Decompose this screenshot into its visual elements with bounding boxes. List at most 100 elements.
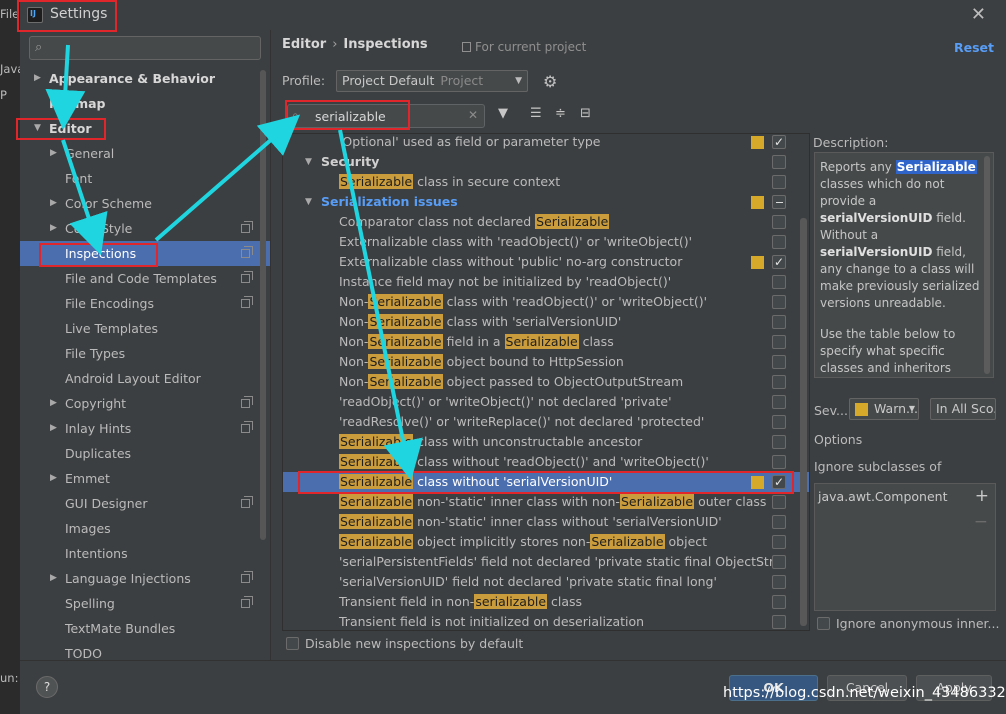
sidebar-item-textmate-bundles[interactable]: TextMate Bundles <box>20 616 270 641</box>
help-button[interactable]: ? <box>36 676 58 698</box>
sidebar-item-images[interactable]: Images <box>20 516 270 541</box>
inspection-enabled-checkbox[interactable] <box>772 435 786 449</box>
sidebar-item-inspections[interactable]: Inspections <box>20 241 270 266</box>
sidebar-item-file-encodings[interactable]: File Encodings <box>20 291 270 316</box>
inspection-enabled-checkbox[interactable] <box>772 195 786 209</box>
close-icon[interactable]: ✕ <box>971 4 986 25</box>
sidebar-item-appearance-behavior[interactable]: ▶ Appearance & Behavior <box>20 66 270 91</box>
inspection-enabled-checkbox[interactable] <box>772 315 786 329</box>
filter-icon[interactable]: ▼ <box>498 106 508 121</box>
sidebar-item-file-and-code-templates[interactable]: File and Code Templates <box>20 266 270 291</box>
inspection-row[interactable]: Non-Serializable object bound to HttpSes… <box>283 352 809 372</box>
expanded-arrow-icon[interactable]: ▼ <box>305 192 312 212</box>
sidebar-item-file-types[interactable]: File Types <box>20 341 270 366</box>
inspection-row[interactable]: Transient field in non-serializable clas… <box>283 592 809 612</box>
collapsed-arrow-icon[interactable]: ▶ <box>50 466 57 491</box>
sidebar-item-inlay-hints[interactable]: ▶ Inlay Hints <box>20 416 270 441</box>
sidebar-item-emmet[interactable]: ▶ Emmet <box>20 466 270 491</box>
collapsed-arrow-icon[interactable]: ▶ <box>50 191 57 216</box>
clear-icon[interactable]: ✕ <box>468 108 478 122</box>
disable-new-inspections[interactable]: Disable new inspections by default <box>286 636 523 651</box>
inspection-enabled-checkbox[interactable] <box>772 615 786 629</box>
collapsed-arrow-icon[interactable]: ▶ <box>50 391 57 416</box>
reset-link[interactable]: Reset <box>954 40 994 55</box>
inspection-row[interactable]: Serializable non-'static' inner class wi… <box>283 492 809 512</box>
sidebar-item-language-injections[interactable]: ▶ Language Injections <box>20 566 270 591</box>
inspection-enabled-checkbox[interactable] <box>772 575 786 589</box>
description-scrollbar[interactable] <box>984 156 990 374</box>
list-item[interactable]: java.awt.Component <box>818 489 948 504</box>
add-icon[interactable]: + <box>975 486 989 506</box>
inspection-enabled-checkbox[interactable] <box>772 415 786 429</box>
profile-dropdown[interactable]: Project Default Project ▼ <box>336 70 528 92</box>
inspection-enabled-checkbox[interactable] <box>772 134 786 152</box>
sidebar-item-gui-designer[interactable]: GUI Designer <box>20 491 270 516</box>
inspection-enabled-checkbox[interactable] <box>772 515 786 529</box>
sidebar-item-spelling[interactable]: Spelling <box>20 591 270 616</box>
expanded-arrow-icon[interactable]: ▼ <box>34 116 41 141</box>
sidebar-item-code-style[interactable]: ▶ Code Style <box>20 216 270 241</box>
collapsed-arrow-icon[interactable]: ▶ <box>34 66 41 91</box>
sidebar-item-android-layout-editor[interactable]: Android Layout Editor <box>20 366 270 391</box>
ignore-anonymous-checkbox[interactable] <box>817 617 830 630</box>
inspection-row[interactable]: Serializable non-'static' inner class wi… <box>283 512 809 532</box>
sidebar-item-editor[interactable]: ▼ Editor <box>20 116 270 141</box>
inspection-group-row[interactable]: ▼ Serialization issues <box>283 192 809 212</box>
inspection-enabled-checkbox[interactable] <box>772 355 786 369</box>
inspection-row[interactable]: Non-Serializable field in a Serializable… <box>283 332 809 352</box>
inspection-row[interactable]: Serializable object implicitly stores no… <box>283 532 809 552</box>
inspection-enabled-checkbox[interactable] <box>772 455 786 469</box>
inspection-row[interactable]: Serializable class with unconstructable … <box>283 432 809 452</box>
inspection-enabled-checkbox[interactable] <box>772 235 786 249</box>
remove-icon[interactable]: − <box>974 512 988 532</box>
inspection-row[interactable]: Serializable class without 'serialVersio… <box>283 472 809 492</box>
collapsed-arrow-icon[interactable]: ▶ <box>50 141 57 166</box>
sidebar-item-copyright[interactable]: ▶ Copyright <box>20 391 270 416</box>
inspection-row[interactable]: 'readObject()' or 'writeObject()' not de… <box>283 392 809 412</box>
inspection-enabled-checkbox[interactable] <box>772 595 786 609</box>
inspection-row[interactable]: Externalizable class with 'readObject()'… <box>283 232 809 252</box>
inspection-row[interactable]: Non-Serializable object passed to Object… <box>283 372 809 392</box>
collapsed-arrow-icon[interactable]: ▶ <box>50 216 57 241</box>
inspection-enabled-checkbox[interactable] <box>772 535 786 549</box>
inspection-row[interactable]: 'Optional' used as field or parameter ty… <box>283 134 809 152</box>
breadcrumb-editor[interactable]: Editor <box>282 37 326 52</box>
disable-new-checkbox[interactable] <box>286 637 299 650</box>
inspection-enabled-checkbox[interactable] <box>772 215 786 229</box>
expand-all-icon[interactable]: ☰ <box>530 106 542 121</box>
inspection-row[interactable]: 'serialPersistentFields' field not decla… <box>283 552 809 572</box>
inspection-group-row[interactable]: ▼ Security <box>283 152 809 172</box>
gear-icon[interactable]: ⚙ <box>543 72 557 91</box>
inspection-enabled-checkbox[interactable] <box>772 295 786 309</box>
nav-scrollbar[interactable] <box>260 70 266 540</box>
inspection-enabled-checkbox[interactable] <box>772 472 786 492</box>
reset-to-default-icon[interactable]: ⊟ <box>580 106 591 121</box>
inspection-enabled-checkbox[interactable] <box>772 155 786 169</box>
sidebar-item-keymap[interactable]: Keymap <box>20 91 270 116</box>
sidebar-item-general[interactable]: ▶ General <box>20 141 270 166</box>
inspection-enabled-checkbox[interactable] <box>772 555 786 569</box>
inspection-filter-input[interactable]: ⌕ serializable ✕ <box>287 104 485 128</box>
inspection-enabled-checkbox[interactable] <box>772 175 786 189</box>
ignore-subclasses-list[interactable]: java.awt.Component + − <box>814 483 996 611</box>
inspection-enabled-checkbox[interactable] <box>772 252 786 272</box>
collapsed-arrow-icon[interactable]: ▶ <box>50 566 57 591</box>
nav-search-input[interactable]: ⌕ <box>29 36 261 60</box>
inspection-enabled-checkbox[interactable] <box>772 275 786 289</box>
collapse-all-icon[interactable]: ≑ <box>555 106 566 121</box>
sidebar-item-live-templates[interactable]: Live Templates <box>20 316 270 341</box>
tree-scrollbar[interactable] <box>800 218 807 626</box>
expanded-arrow-icon[interactable]: ▼ <box>305 152 312 172</box>
ignore-anonymous-option[interactable]: Ignore anonymous inner... <box>817 616 999 631</box>
inspection-row[interactable]: Transient field is not initialized on de… <box>283 612 809 630</box>
inspection-row[interactable]: Comparator class not declared Serializab… <box>283 212 809 232</box>
sidebar-item-intentions[interactable]: Intentions <box>20 541 270 566</box>
inspection-enabled-checkbox[interactable] <box>772 335 786 349</box>
inspection-enabled-checkbox[interactable] <box>772 495 786 509</box>
inspection-row[interactable]: 'readResolve()' or 'writeReplace()' not … <box>283 412 809 432</box>
sidebar-item-color-scheme[interactable]: ▶ Color Scheme <box>20 191 270 216</box>
collapsed-arrow-icon[interactable]: ▶ <box>50 416 57 441</box>
inspection-enabled-checkbox[interactable] <box>772 375 786 389</box>
inspection-row[interactable]: Non-Serializable class with 'serialVersi… <box>283 312 809 332</box>
scope-dropdown[interactable]: In All Sco... <box>930 398 996 420</box>
